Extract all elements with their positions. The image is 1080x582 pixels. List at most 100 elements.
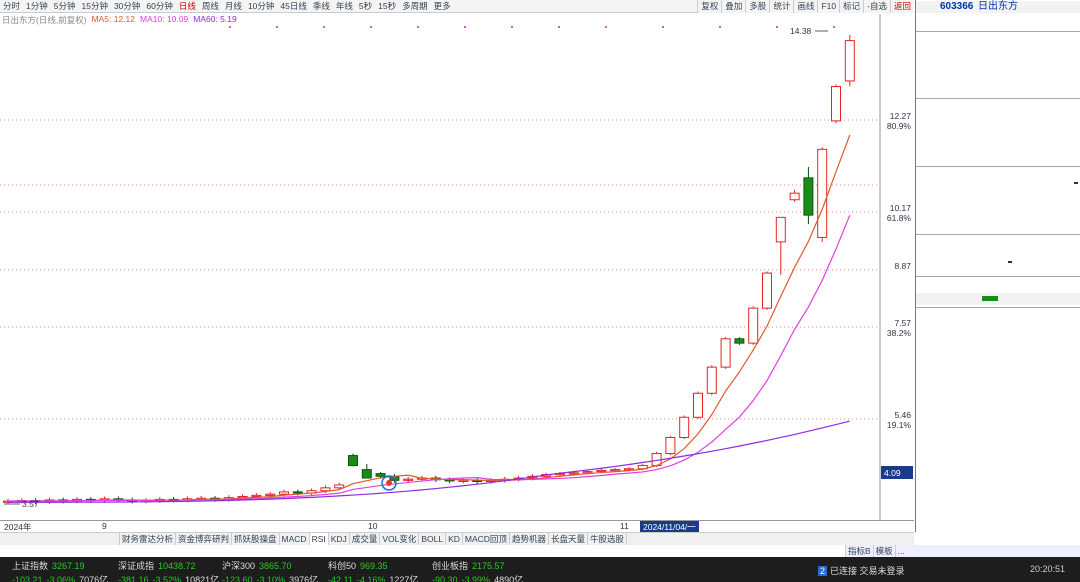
period-tab-1[interactable]: 1分钟 <box>23 0 51 12</box>
period-tab-16[interactable]: 更多 <box>431 0 454 12</box>
connection-icon: 2 <box>818 566 828 576</box>
panel-row <box>916 151 1080 163</box>
indicator-tab-7[interactable]: VOL变化 <box>380 533 420 545</box>
panel-row <box>916 236 1080 248</box>
candle-body <box>292 491 303 494</box>
period-tab-15[interactable]: 多周期 <box>399 0 431 12</box>
period-tab-12[interactable]: 年线 <box>333 0 356 12</box>
indicator-tab-0[interactable]: 财务雷达分析 <box>120 533 177 545</box>
toolbar-button-0[interactable]: 复权 <box>697 0 722 13</box>
panel-row <box>916 46 1080 58</box>
high-price-label: 14.38 <box>790 26 812 36</box>
period-tab-6[interactable]: 日线 <box>176 0 199 12</box>
index-pct: -3.52% <box>152 575 182 582</box>
panel-row <box>916 425 1080 437</box>
period-tab-13[interactable]: 5秒 <box>356 0 375 12</box>
index-ticker[interactable]: 上证指数 3267.19 -103.21 -3.06% 7076亿 <box>12 559 108 582</box>
index-row-2: -381.16 -3.52% 10821亿 <box>118 573 219 582</box>
period-tab-8[interactable]: 月线 <box>222 0 245 12</box>
toolbar-button-2[interactable]: 多股 <box>745 0 770 13</box>
candle-body <box>720 338 731 368</box>
period-tab-14[interactable]: 15秒 <box>375 0 399 12</box>
index-amount: 4890亿 <box>494 575 524 582</box>
indicator-tab-1[interactable]: 资金博弈研判 <box>176 533 233 545</box>
panel-row <box>916 311 1080 323</box>
indicator-tool-0[interactable]: 指标B <box>845 545 873 557</box>
index-change: -123.60 <box>222 575 253 582</box>
period-tab-4[interactable]: 30分钟 <box>111 0 143 12</box>
index-name: 沪深300 <box>222 561 256 571</box>
period-tab-0[interactable]: 分时 <box>0 0 23 12</box>
panel-row <box>916 125 1080 137</box>
indicator-tool-1[interactable]: 模板 <box>872 545 895 557</box>
candle-body <box>334 484 345 489</box>
toolbar-button-8[interactable]: 返回 <box>889 0 914 13</box>
index-name: 科创50 <box>328 561 357 571</box>
toolbar-button-4[interactable]: 画线 <box>793 0 818 13</box>
signal-dot <box>833 26 835 28</box>
panel-row <box>916 71 1080 83</box>
date-tick-10: 10 <box>368 521 378 531</box>
panel-row <box>916 438 1080 450</box>
candle-body <box>693 392 703 418</box>
indicator-tab-3[interactable]: MACD <box>280 533 310 545</box>
period-tab-3[interactable]: 15分钟 <box>78 0 110 12</box>
index-name: 创业板指 <box>432 561 469 571</box>
period-tab-7[interactable]: 周线 <box>199 0 222 12</box>
panel-row <box>916 138 1080 150</box>
index-change: -90.30 <box>432 575 458 582</box>
current-price-badge-label: 4.09 <box>884 468 901 478</box>
candle-body <box>568 472 579 475</box>
connection-label: 已连接 交易未登录 <box>830 566 905 576</box>
price-tick: 8.87 <box>894 261 911 271</box>
index-ticker[interactable]: 沪深300 3865.70 -123.60 -3.10% 3976亿 <box>222 559 318 582</box>
candle-body <box>734 338 745 344</box>
signal-dot <box>511 26 513 28</box>
date-tick-9: 9 <box>102 521 107 531</box>
indicator-tab-9[interactable]: KD <box>446 533 463 545</box>
index-amount: 3976亿 <box>289 575 319 582</box>
indicator-tab-8[interactable]: BOLL <box>419 533 447 545</box>
candlestick-chart[interactable]: 12.2780.9% 10.1761.8% 8.87 7.5738.2% 5.4619.… <box>0 14 914 520</box>
indicator-tab-6[interactable]: 成交量 <box>350 533 381 545</box>
index-value: 2175.57 <box>472 561 505 571</box>
toolbar-button-1[interactable]: 叠加 <box>721 0 746 13</box>
panel-row <box>916 169 1080 181</box>
indicator-tab-11[interactable]: 趋势机器 <box>510 533 549 545</box>
pct-tick: 80.9% <box>887 121 912 131</box>
index-ticker[interactable]: 创业板指 2175.57 -90.30 -3.99% 4890亿 <box>432 559 523 582</box>
toolbar-button-7[interactable]: -自选 <box>863 0 890 13</box>
index-value: 3267.19 <box>52 561 85 571</box>
status-bar: 上证指数 3267.19 -103.21 -3.06% 7076亿 深证成指 10438.7… <box>0 557 1080 582</box>
toolbar-button-5[interactable]: F10 <box>817 0 840 13</box>
connection-status[interactable]: 2 已连接 交易未登录 <box>818 564 905 577</box>
period-items: 分时 1分钟 5分钟 15分钟 30分钟 60分钟 日线 周线 月线 10分钟 45日线 季线 年线 5秒… <box>0 0 454 12</box>
index-value: 3865.70 <box>259 561 292 571</box>
index-ticker[interactable]: 科创50 969.35 -42.11 -4.16% 1227亿 <box>328 559 418 582</box>
indicator-tab-4[interactable]: RSI <box>309 533 329 545</box>
panel-row <box>916 476 1080 488</box>
toolbar-button-6[interactable]: 标记 <box>839 0 864 13</box>
indicator-tab-10[interactable]: MACD回顶 <box>463 533 510 545</box>
panel-row <box>916 249 1080 261</box>
indicator-tab-13[interactable]: 牛股选股 <box>588 533 627 545</box>
period-tab-2[interactable]: 5分钟 <box>51 0 79 12</box>
toolbar-button-3[interactable]: 统计 <box>769 0 794 13</box>
main-flow-bar <box>982 296 998 301</box>
index-pct: -3.06% <box>46 575 76 582</box>
index-value: 969.35 <box>360 561 388 571</box>
period-tab-11[interactable]: 季线 <box>310 0 333 12</box>
indicator-tool-2[interactable]: ... <box>894 545 907 557</box>
index-ticker[interactable]: 深证成指 10438.72 -381.16 -3.52% 10821亿 <box>118 559 219 582</box>
indicator-tab-2[interactable]: 抓妖股操盘 <box>232 533 280 545</box>
index-row-2: -123.60 -3.10% 3976亿 <box>222 573 318 582</box>
period-tab-5[interactable]: 60分钟 <box>143 0 175 12</box>
index-change: -42.11 <box>328 575 353 582</box>
indicator-tab-12[interactable]: 长盘天量 <box>549 533 588 545</box>
period-tab-10[interactable]: 45日线 <box>277 0 309 12</box>
indicator-tab-5[interactable]: KDJ <box>329 533 350 545</box>
indicator-tools: 指标B 模板... <box>845 545 1080 557</box>
period-tab-9[interactable]: 10分钟 <box>245 0 277 12</box>
index-row-2: -90.30 -3.99% 4890亿 <box>432 573 523 582</box>
panel-row <box>916 451 1080 463</box>
